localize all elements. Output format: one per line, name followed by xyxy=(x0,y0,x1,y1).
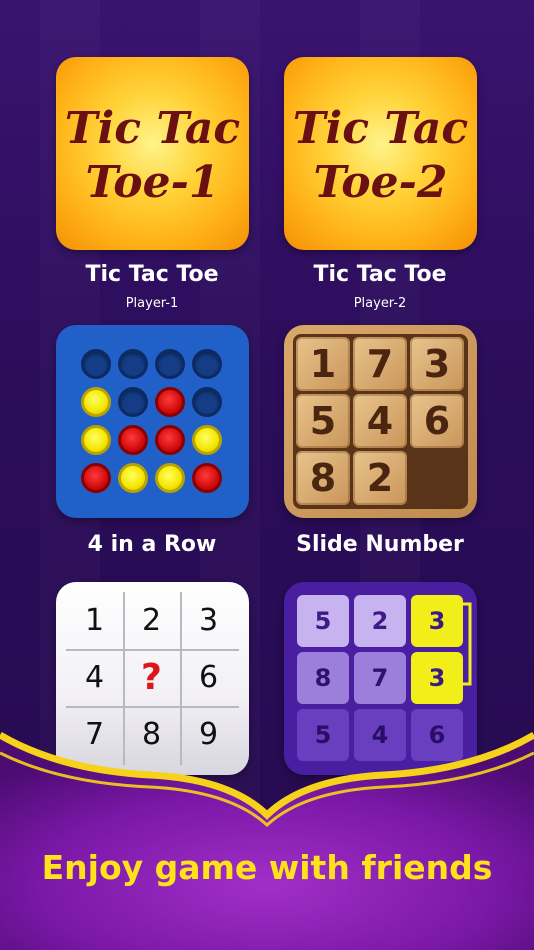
empty-slot xyxy=(155,349,185,379)
puzzle-number-tile: 8 xyxy=(297,652,349,704)
wood-number-tile: 6 xyxy=(410,394,464,448)
puzzle-number-tile: 2 xyxy=(354,595,406,647)
game-subtitle: Player-1 xyxy=(125,296,179,311)
slide-board: 173 546 82 xyxy=(293,334,468,509)
wood-number-tile: 5 xyxy=(296,394,350,448)
tagline: Enjoy game with friends xyxy=(41,848,493,887)
four-in-a-row-tile[interactable] xyxy=(56,325,249,518)
red-disc xyxy=(155,425,185,455)
yellow-disc xyxy=(81,425,111,455)
wood-number-tile: 1 xyxy=(296,337,350,391)
slide-number-tile[interactable]: 173 546 82 xyxy=(284,325,477,518)
number-cell: 6 xyxy=(198,660,219,695)
puzzle-number-tile: 3 xyxy=(411,595,463,647)
red-disc xyxy=(118,425,148,455)
game-title: Tic Tac Toe xyxy=(85,262,219,287)
number-cell: 2 xyxy=(141,603,162,638)
puzzle-number-tile: 7 xyxy=(354,652,406,704)
game-subtitle: Player-2 xyxy=(353,296,407,311)
wood-number-tile: 3 xyxy=(410,337,464,391)
tic-tac-toe-1-tile[interactable]: Tic Tac Toe-1 xyxy=(56,57,249,250)
yellow-disc xyxy=(118,463,148,493)
number-cell: 4 xyxy=(84,660,105,695)
bottom-banner xyxy=(0,731,534,950)
number-cell: 1 xyxy=(84,603,105,638)
tile-text-line: Tic Tac xyxy=(292,103,469,154)
wood-number-tile: 7 xyxy=(353,337,407,391)
game-title: 4 in a Row xyxy=(87,532,217,557)
puzzle-number-tile: 5 xyxy=(297,595,349,647)
empty-slot xyxy=(192,387,222,417)
empty-slot xyxy=(81,349,111,379)
number-cell: 3 xyxy=(198,603,219,638)
yellow-disc xyxy=(192,425,222,455)
empty-slot xyxy=(192,349,222,379)
tile-text-line: Toe-2 xyxy=(313,157,448,208)
question-mark-cell: ? xyxy=(141,657,162,698)
yellow-disc xyxy=(81,387,111,417)
wood-number-tile: 2 xyxy=(353,451,407,505)
game-title: Tic Tac Toe xyxy=(313,262,447,287)
tile-text-line: Tic Tac xyxy=(64,103,241,154)
game-title: Slide Number xyxy=(296,532,464,557)
wood-number-tile: 4 xyxy=(353,394,407,448)
tile-text-line: Toe-1 xyxy=(85,157,220,208)
red-disc xyxy=(81,463,111,493)
yellow-disc xyxy=(155,463,185,493)
red-disc xyxy=(192,463,222,493)
puzzle-number-tile: 3 xyxy=(411,652,463,704)
empty-slot xyxy=(118,349,148,379)
wood-number-tile: 8 xyxy=(296,451,350,505)
red-disc xyxy=(155,387,185,417)
empty-slot xyxy=(118,387,148,417)
tic-tac-toe-2-tile[interactable]: Tic Tac Toe-2 xyxy=(284,57,477,250)
